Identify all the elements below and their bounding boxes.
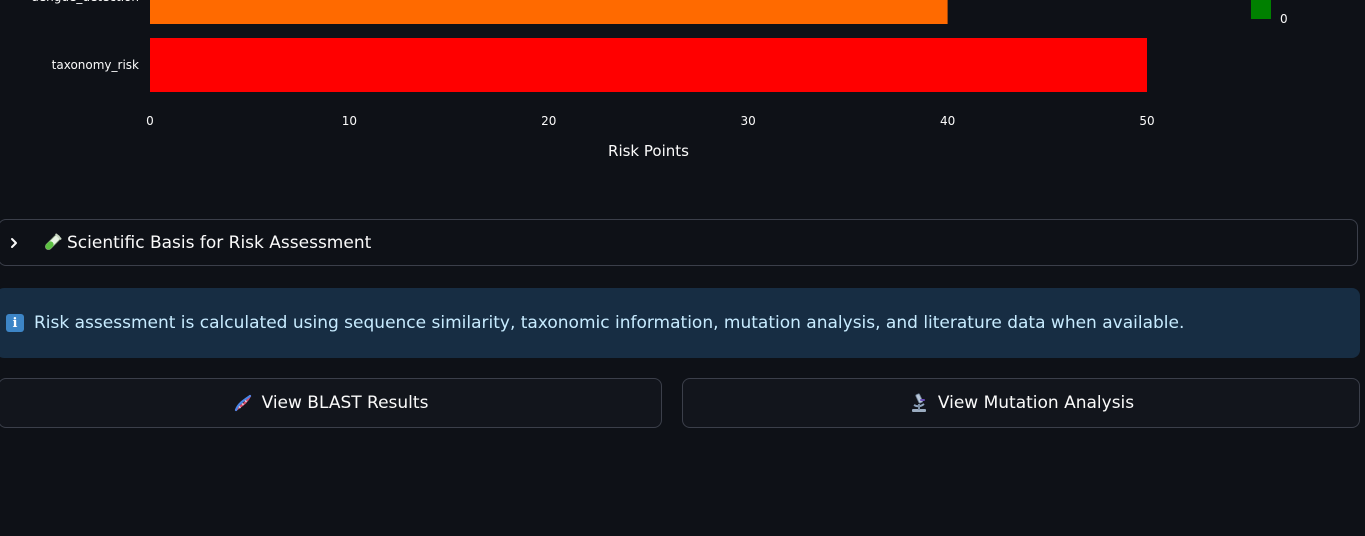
risk-points-chart: dengue_detection taxonomy_risk 0 10 20 30 40 50…	[31, 0, 1288, 160]
chevron-right-icon	[5, 237, 23, 249]
info-text: Risk assessment is calculated using sequ…	[34, 313, 1185, 333]
view-mutation-analysis-label: View Mutation Analysis	[937, 393, 1135, 413]
x-tick-label-50: 50	[1139, 114, 1154, 128]
expander-label: Scientific Basis for Risk Assessment	[67, 232, 372, 253]
bar-dengue-detection	[150, 0, 948, 24]
info-alert: i Risk assessment is calculated using se…	[0, 288, 1360, 358]
x-tick-label-20: 20	[541, 114, 556, 128]
x-tick-label-0: 0	[146, 114, 154, 128]
dna-icon	[232, 392, 254, 414]
scientific-basis-expander[interactable]: Scientific Basis for Risk Assessment	[0, 219, 1358, 266]
x-tick-label-10: 10	[342, 114, 357, 128]
colorbar-tick-label: 0	[1280, 12, 1288, 26]
view-mutation-analysis-button[interactable]: View Mutation Analysis	[682, 378, 1360, 428]
info-icon: i	[6, 314, 24, 332]
test-tube-icon	[41, 232, 63, 254]
view-blast-results-label: View BLAST Results	[261, 393, 429, 413]
x-tick-label-40: 40	[940, 114, 955, 128]
x-tick-label-30: 30	[741, 114, 756, 128]
page: dengue_detection taxonomy_risk 0 10 20 30 40 50…	[0, 0, 1365, 536]
y-tick-label-dengue-detection: dengue_detection	[31, 0, 139, 4]
x-axis-title: Risk Points	[608, 142, 689, 160]
colorbar	[1251, 0, 1271, 19]
microscope-icon	[908, 392, 930, 414]
view-blast-results-button[interactable]: View BLAST Results	[0, 378, 662, 428]
bar-taxonomy-risk	[150, 38, 1147, 92]
y-tick-label-taxonomy-risk: taxonomy_risk	[52, 58, 139, 72]
